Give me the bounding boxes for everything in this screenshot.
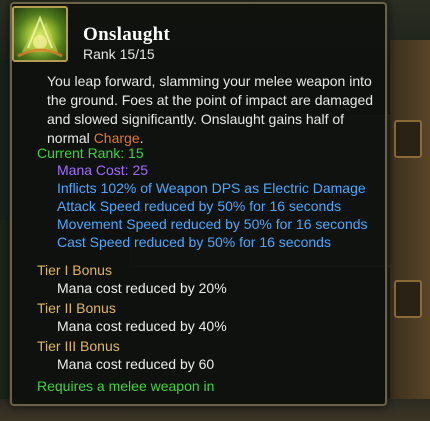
- description-end: .: [139, 130, 144, 146]
- tier-2-label: Tier II Bonus: [37, 300, 116, 316]
- weapon-requirement: Requires a melee weapon in: [37, 378, 215, 394]
- tier-1-label: Tier I Bonus: [37, 262, 112, 278]
- tier-1-bonus: Mana cost reduced by 20%: [57, 280, 227, 296]
- skill-description: You leap forward, slamming your melee we…: [47, 72, 387, 148]
- effect-line: Cast Speed reduced by 50% for 16 seconds: [57, 234, 331, 250]
- background-slot: [394, 120, 422, 158]
- skill-rank: Rank 15/15: [83, 46, 155, 62]
- skill-name: Onslaught: [83, 24, 171, 45]
- effect-line: Inflicts 102% of Weapon DPS as Electric …: [57, 180, 366, 196]
- background-right-panel: [390, 40, 430, 421]
- tier-3-label: Tier III Bonus: [37, 338, 120, 354]
- skill-tooltip: Onslaught Rank 15/15 You leap forward, s…: [10, 2, 387, 406]
- tier-3-bonus: Mana cost reduced by 60: [57, 356, 215, 372]
- current-rank-label: Current Rank: 15: [37, 145, 144, 161]
- charge-keyword: Charge: [93, 130, 140, 146]
- onslaught-skill-icon: [12, 6, 68, 62]
- effect-line: Movement Speed reduced by 50% for 16 sec…: [57, 216, 368, 232]
- effect-line: Attack Speed reduced by 50% for 16 secon…: [57, 198, 342, 214]
- tier-2-bonus: Mana cost reduced by 40%: [57, 318, 227, 334]
- mana-cost: Mana Cost: 25: [57, 162, 149, 178]
- background-slot: [394, 280, 422, 318]
